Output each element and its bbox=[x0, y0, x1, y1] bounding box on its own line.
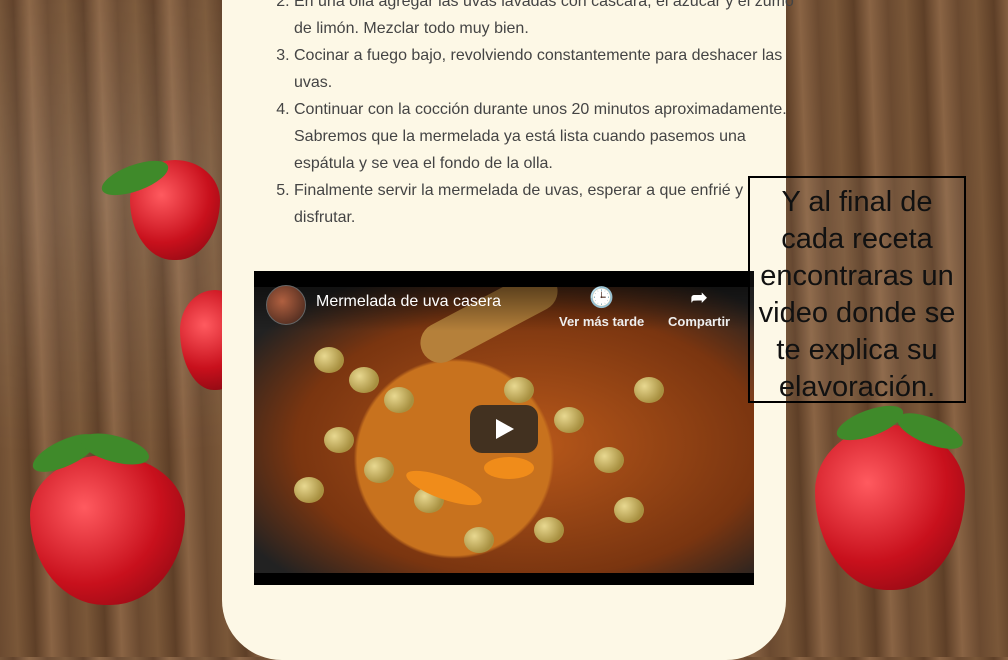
recipe-step: Continuar con la cocción durante unos 20… bbox=[294, 96, 794, 177]
youtube-video-embed[interactable]: Mermelada de uva casera 🕒 Ver más tarde … bbox=[254, 271, 754, 585]
play-button[interactable] bbox=[470, 405, 538, 453]
recipe-step: Cocinar a fuego bajo, revolviendo consta… bbox=[294, 42, 794, 96]
info-note-box: Y al final de cada receta encontraras un… bbox=[748, 176, 966, 403]
share-button[interactable]: ➦ Compartir bbox=[668, 285, 730, 329]
video-title[interactable]: Mermelada de uva casera bbox=[316, 293, 501, 311]
watch-later-label: Ver más tarde bbox=[559, 314, 645, 329]
recipe-steps-list: En una olla agregar las uvas lavadas con… bbox=[256, 0, 794, 231]
share-arrow-icon: ➦ bbox=[690, 287, 708, 309]
share-label: Compartir bbox=[668, 314, 731, 329]
watch-later-button[interactable]: 🕒 Ver más tarde bbox=[559, 285, 644, 329]
recipe-step: En una olla agregar las uvas lavadas con… bbox=[294, 0, 794, 42]
clock-icon: 🕒 bbox=[589, 287, 615, 309]
recipe-step: Finalmente servir la mermelada de uvas, … bbox=[294, 177, 794, 231]
channel-avatar[interactable] bbox=[266, 285, 306, 325]
